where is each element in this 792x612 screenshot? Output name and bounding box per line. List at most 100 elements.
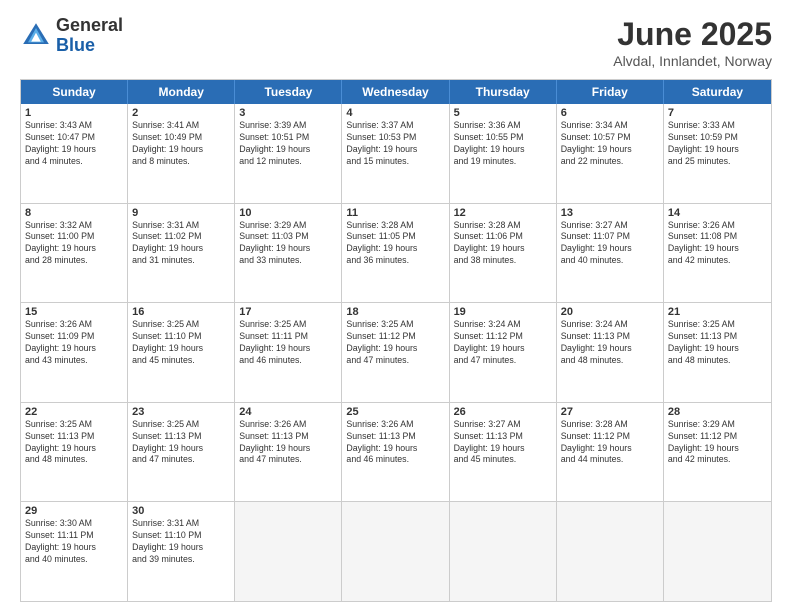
day-number: 7: [668, 107, 767, 119]
calendar-cell: 22Sunrise: 3:25 AM Sunset: 11:13 PM Dayl…: [21, 403, 128, 502]
calendar-cell: 30Sunrise: 3:31 AM Sunset: 11:10 PM Dayl…: [128, 502, 235, 601]
day-number: 1: [25, 107, 123, 119]
day-info: Sunrise: 3:30 AM Sunset: 11:11 PM Daylig…: [25, 518, 123, 566]
calendar-cell: 2Sunrise: 3:41 AM Sunset: 10:49 PM Dayli…: [128, 104, 235, 203]
calendar-cell: [342, 502, 449, 601]
calendar-cell: 10Sunrise: 3:29 AM Sunset: 11:03 PM Dayl…: [235, 204, 342, 303]
day-number: 14: [668, 207, 767, 219]
logo-blue-text: Blue: [56, 36, 123, 56]
day-number: 17: [239, 306, 337, 318]
day-number: 18: [346, 306, 444, 318]
calendar-cell: 18Sunrise: 3:25 AM Sunset: 11:12 PM Dayl…: [342, 303, 449, 402]
calendar-cell: 8Sunrise: 3:32 AM Sunset: 11:00 PM Dayli…: [21, 204, 128, 303]
calendar: SundayMondayTuesdayWednesdayThursdayFrid…: [20, 79, 772, 602]
header-day-thursday: Thursday: [450, 80, 557, 104]
day-number: 6: [561, 107, 659, 119]
day-info: Sunrise: 3:25 AM Sunset: 11:13 PM Daylig…: [25, 419, 123, 467]
day-number: 24: [239, 406, 337, 418]
calendar-cell: 29Sunrise: 3:30 AM Sunset: 11:11 PM Dayl…: [21, 502, 128, 601]
day-info: Sunrise: 3:26 AM Sunset: 11:09 PM Daylig…: [25, 319, 123, 367]
calendar-cell: 24Sunrise: 3:26 AM Sunset: 11:13 PM Dayl…: [235, 403, 342, 502]
header-day-friday: Friday: [557, 80, 664, 104]
day-info: Sunrise: 3:28 AM Sunset: 11:05 PM Daylig…: [346, 220, 444, 268]
location-title: Alvdal, Innlandet, Norway: [613, 53, 772, 69]
calendar-row-5: 29Sunrise: 3:30 AM Sunset: 11:11 PM Dayl…: [21, 501, 771, 601]
day-info: Sunrise: 3:39 AM Sunset: 10:51 PM Daylig…: [239, 120, 337, 168]
calendar-row-1: 1Sunrise: 3:43 AM Sunset: 10:47 PM Dayli…: [21, 104, 771, 203]
calendar-cell: 23Sunrise: 3:25 AM Sunset: 11:13 PM Dayl…: [128, 403, 235, 502]
calendar-cell: 21Sunrise: 3:25 AM Sunset: 11:13 PM Dayl…: [664, 303, 771, 402]
calendar-cell: 5Sunrise: 3:36 AM Sunset: 10:55 PM Dayli…: [450, 104, 557, 203]
day-info: Sunrise: 3:26 AM Sunset: 11:08 PM Daylig…: [668, 220, 767, 268]
day-info: Sunrise: 3:41 AM Sunset: 10:49 PM Daylig…: [132, 120, 230, 168]
day-info: Sunrise: 3:25 AM Sunset: 11:13 PM Daylig…: [132, 419, 230, 467]
day-number: 15: [25, 306, 123, 318]
calendar-cell: 20Sunrise: 3:24 AM Sunset: 11:13 PM Dayl…: [557, 303, 664, 402]
day-info: Sunrise: 3:26 AM Sunset: 11:13 PM Daylig…: [239, 419, 337, 467]
day-info: Sunrise: 3:29 AM Sunset: 11:12 PM Daylig…: [668, 419, 767, 467]
calendar-cell: 9Sunrise: 3:31 AM Sunset: 11:02 PM Dayli…: [128, 204, 235, 303]
day-info: Sunrise: 3:24 AM Sunset: 11:13 PM Daylig…: [561, 319, 659, 367]
calendar-row-4: 22Sunrise: 3:25 AM Sunset: 11:13 PM Dayl…: [21, 402, 771, 502]
day-number: 22: [25, 406, 123, 418]
day-number: 2: [132, 107, 230, 119]
day-number: 26: [454, 406, 552, 418]
header-day-tuesday: Tuesday: [235, 80, 342, 104]
day-number: 11: [346, 207, 444, 219]
logo-icon: [20, 20, 52, 52]
day-number: 5: [454, 107, 552, 119]
day-info: Sunrise: 3:24 AM Sunset: 11:12 PM Daylig…: [454, 319, 552, 367]
calendar-cell: 1Sunrise: 3:43 AM Sunset: 10:47 PM Dayli…: [21, 104, 128, 203]
calendar-cell: 11Sunrise: 3:28 AM Sunset: 11:05 PM Dayl…: [342, 204, 449, 303]
day-number: 20: [561, 306, 659, 318]
month-title: June 2025: [613, 16, 772, 53]
calendar-row-3: 15Sunrise: 3:26 AM Sunset: 11:09 PM Dayl…: [21, 302, 771, 402]
day-number: 13: [561, 207, 659, 219]
logo: General Blue: [20, 16, 123, 56]
calendar-cell: 4Sunrise: 3:37 AM Sunset: 10:53 PM Dayli…: [342, 104, 449, 203]
day-number: 30: [132, 505, 230, 517]
calendar-cell: 6Sunrise: 3:34 AM Sunset: 10:57 PM Dayli…: [557, 104, 664, 203]
calendar-cell: 27Sunrise: 3:28 AM Sunset: 11:12 PM Dayl…: [557, 403, 664, 502]
day-info: Sunrise: 3:25 AM Sunset: 11:12 PM Daylig…: [346, 319, 444, 367]
day-info: Sunrise: 3:25 AM Sunset: 11:11 PM Daylig…: [239, 319, 337, 367]
calendar-cell: 15Sunrise: 3:26 AM Sunset: 11:09 PM Dayl…: [21, 303, 128, 402]
day-info: Sunrise: 3:29 AM Sunset: 11:03 PM Daylig…: [239, 220, 337, 268]
day-info: Sunrise: 3:27 AM Sunset: 11:07 PM Daylig…: [561, 220, 659, 268]
calendar-cell: 7Sunrise: 3:33 AM Sunset: 10:59 PM Dayli…: [664, 104, 771, 203]
day-number: 21: [668, 306, 767, 318]
day-info: Sunrise: 3:34 AM Sunset: 10:57 PM Daylig…: [561, 120, 659, 168]
calendar-cell: 13Sunrise: 3:27 AM Sunset: 11:07 PM Dayl…: [557, 204, 664, 303]
day-info: Sunrise: 3:33 AM Sunset: 10:59 PM Daylig…: [668, 120, 767, 168]
day-number: 9: [132, 207, 230, 219]
calendar-cell: 12Sunrise: 3:28 AM Sunset: 11:06 PM Dayl…: [450, 204, 557, 303]
day-info: Sunrise: 3:43 AM Sunset: 10:47 PM Daylig…: [25, 120, 123, 168]
day-number: 27: [561, 406, 659, 418]
logo-text: General Blue: [56, 16, 123, 56]
calendar-cell: 3Sunrise: 3:39 AM Sunset: 10:51 PM Dayli…: [235, 104, 342, 203]
day-number: 16: [132, 306, 230, 318]
day-number: 29: [25, 505, 123, 517]
calendar-header: SundayMondayTuesdayWednesdayThursdayFrid…: [21, 80, 771, 104]
header: General Blue June 2025 Alvdal, Innlandet…: [20, 16, 772, 69]
page: General Blue June 2025 Alvdal, Innlandet…: [0, 0, 792, 612]
day-number: 4: [346, 107, 444, 119]
calendar-row-2: 8Sunrise: 3:32 AM Sunset: 11:00 PM Dayli…: [21, 203, 771, 303]
calendar-cell: 25Sunrise: 3:26 AM Sunset: 11:13 PM Dayl…: [342, 403, 449, 502]
day-number: 28: [668, 406, 767, 418]
day-info: Sunrise: 3:31 AM Sunset: 11:02 PM Daylig…: [132, 220, 230, 268]
calendar-cell: [664, 502, 771, 601]
day-info: Sunrise: 3:31 AM Sunset: 11:10 PM Daylig…: [132, 518, 230, 566]
day-number: 19: [454, 306, 552, 318]
day-number: 12: [454, 207, 552, 219]
day-info: Sunrise: 3:28 AM Sunset: 11:12 PM Daylig…: [561, 419, 659, 467]
day-number: 25: [346, 406, 444, 418]
header-day-monday: Monday: [128, 80, 235, 104]
header-day-wednesday: Wednesday: [342, 80, 449, 104]
day-number: 23: [132, 406, 230, 418]
calendar-cell: [450, 502, 557, 601]
calendar-cell: 26Sunrise: 3:27 AM Sunset: 11:13 PM Dayl…: [450, 403, 557, 502]
title-block: June 2025 Alvdal, Innlandet, Norway: [613, 16, 772, 69]
calendar-cell: 17Sunrise: 3:25 AM Sunset: 11:11 PM Dayl…: [235, 303, 342, 402]
day-number: 8: [25, 207, 123, 219]
